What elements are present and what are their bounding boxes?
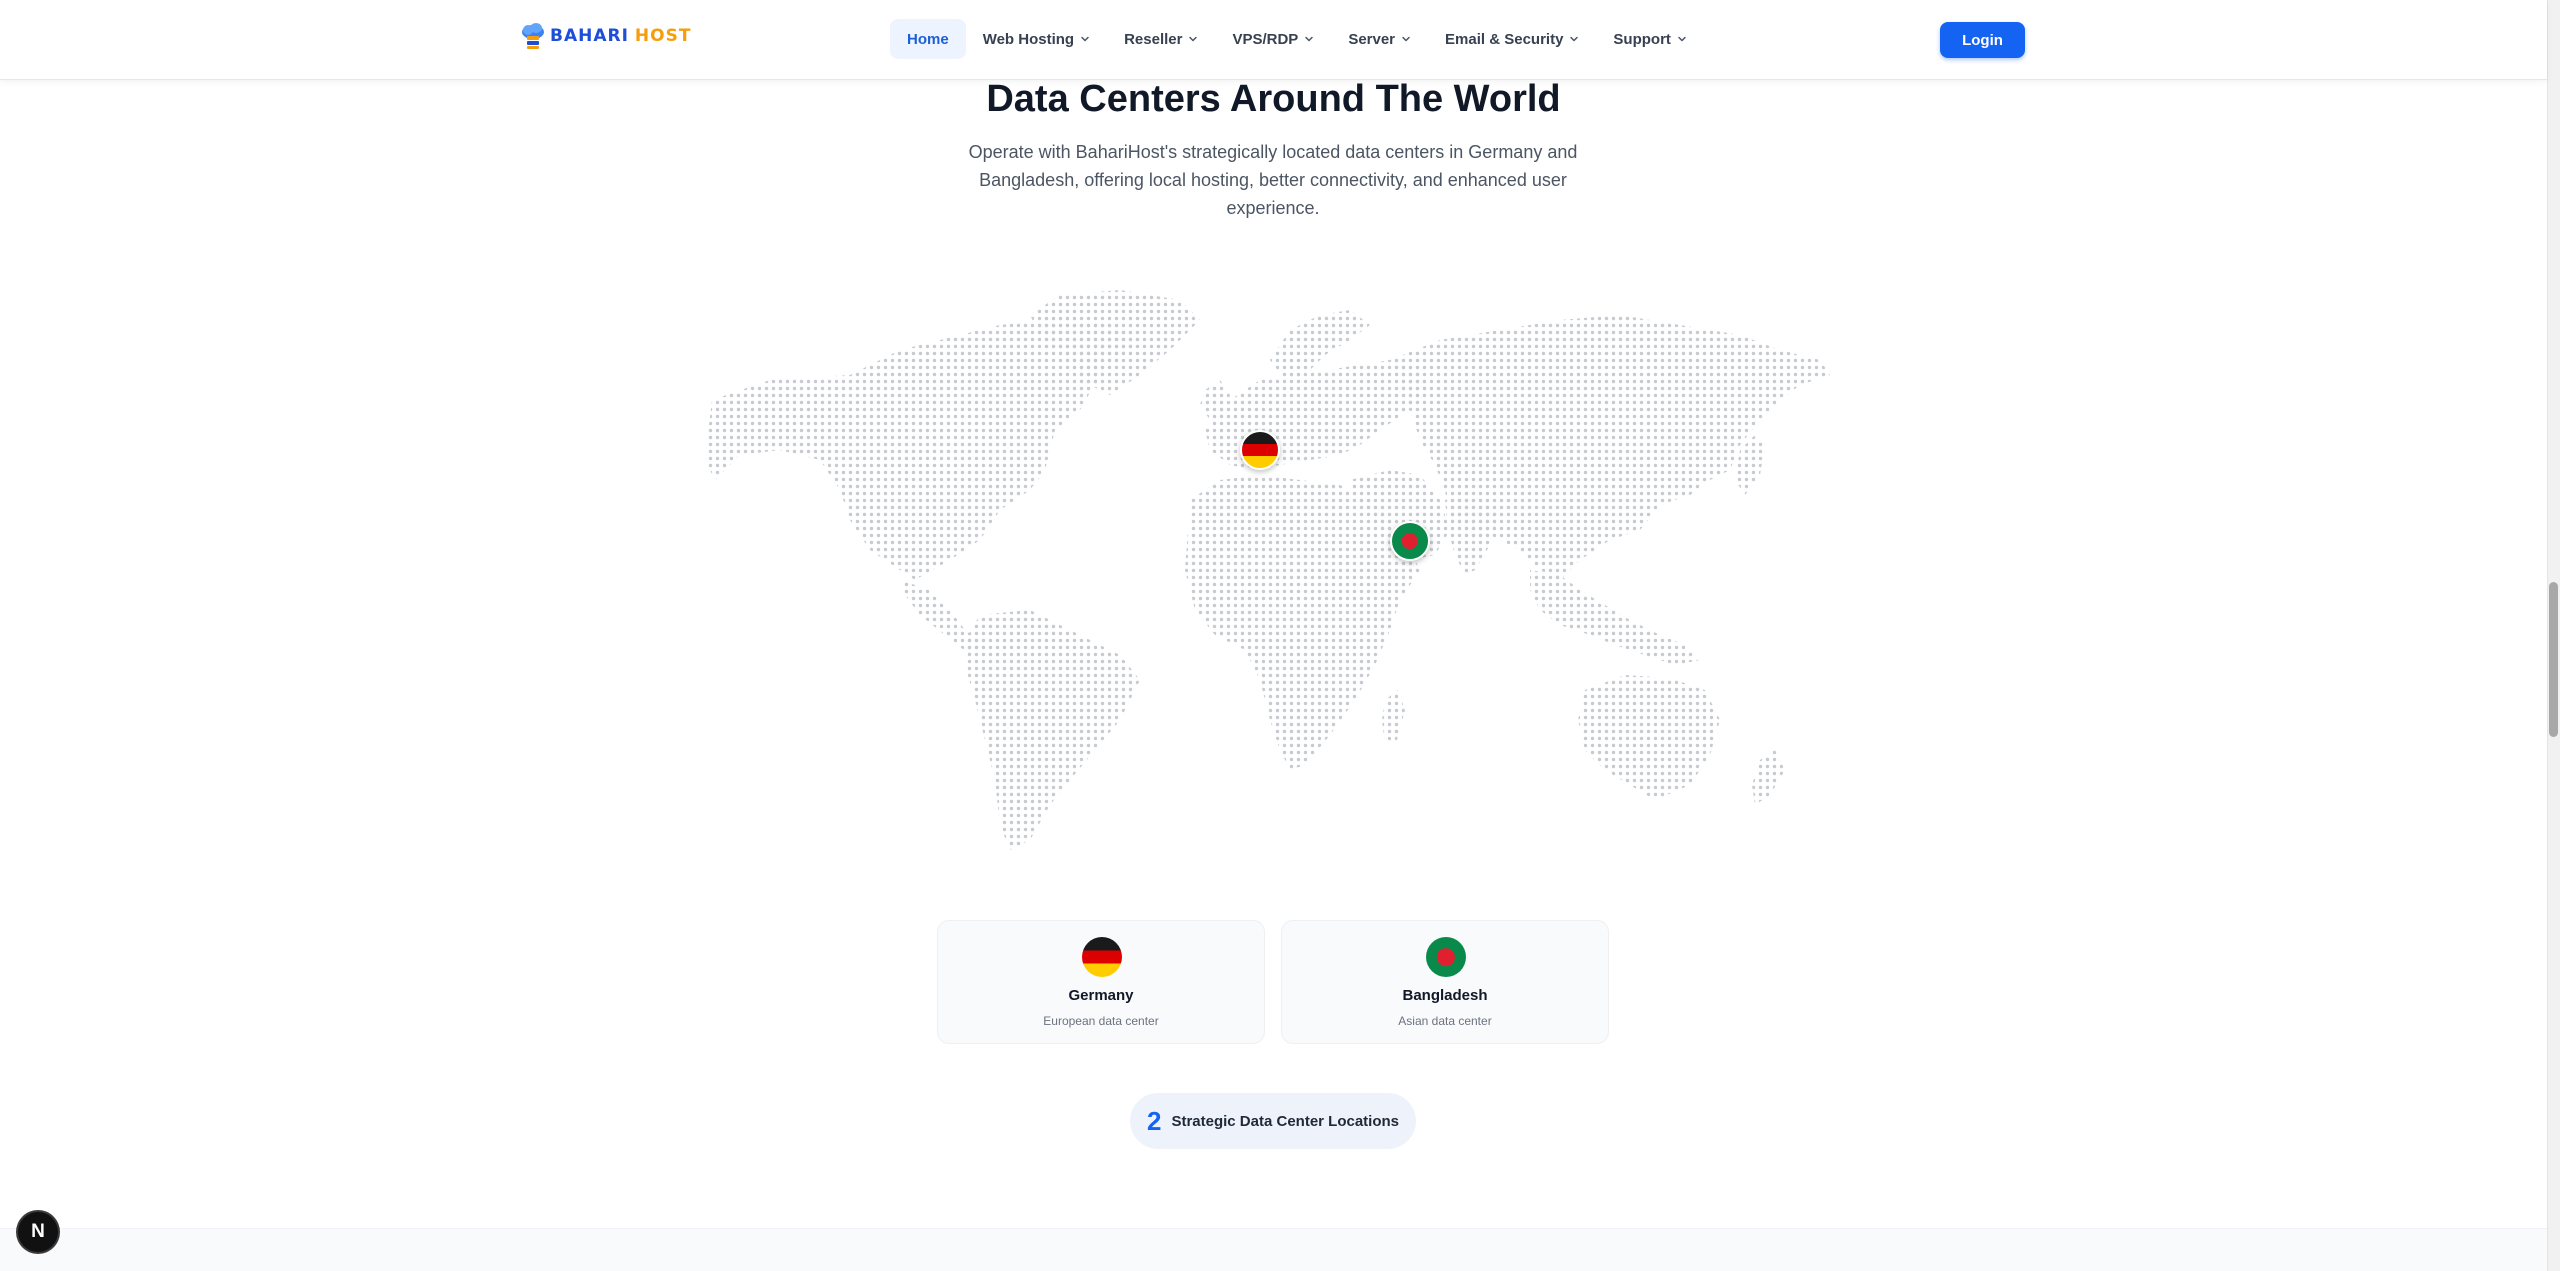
nav-item-server[interactable]: Server bbox=[1331, 19, 1428, 59]
chevron-down-icon bbox=[1678, 36, 1686, 42]
nav-item-label: Server bbox=[1348, 30, 1396, 48]
chevron-down-icon bbox=[1081, 36, 1089, 42]
nav-item-label: Email & Security bbox=[1445, 30, 1564, 48]
location-card-bangladesh[interactable]: Bangladesh Asian data center bbox=[1281, 920, 1609, 1044]
locations-count-label: Strategic Data Center Locations bbox=[1171, 1112, 1400, 1130]
nav-item-home[interactable]: Home bbox=[890, 19, 966, 59]
chevron-down-icon bbox=[1402, 36, 1410, 42]
nav-item-label: Home bbox=[907, 30, 949, 48]
locations-count-badge: 2 Strategic Data Center Locations bbox=[1130, 1093, 1416, 1149]
nav-item-support[interactable]: Support bbox=[1596, 19, 1704, 59]
chevron-down-icon bbox=[1305, 36, 1314, 42]
dotted-world-map bbox=[700, 280, 1840, 860]
bahari-host-logo[interactable]: BAHARI HOST bbox=[520, 22, 691, 50]
chevron-down-icon bbox=[1570, 36, 1579, 42]
nav-item-label: Reseller bbox=[1124, 30, 1183, 48]
locations-count: 2 bbox=[1146, 1105, 1162, 1136]
page-scrollbar-thumb[interactable] bbox=[2549, 582, 2558, 737]
nextjs-dev-badge[interactable]: N bbox=[18, 1212, 58, 1252]
nav-item-label: VPS/RDP bbox=[1232, 30, 1299, 48]
location-name: Germany bbox=[1068, 987, 1134, 1004]
cloud-server-icon bbox=[522, 23, 544, 49]
section-title: Data Centers Around The World bbox=[986, 78, 1561, 120]
nav-item-vps-rdp[interactable]: VPS/RDP bbox=[1215, 19, 1331, 59]
bangladesh-flag-icon bbox=[1426, 937, 1466, 977]
location-card-germany[interactable]: Germany European data center bbox=[937, 920, 1265, 1044]
world-map-icon bbox=[705, 290, 1830, 850]
location-description: European data center bbox=[1043, 1014, 1159, 1028]
logo-brand-primary: BAHARI bbox=[550, 26, 629, 46]
nav-item-label: Web Hosting bbox=[982, 30, 1075, 48]
nav-item-label: Support bbox=[1613, 30, 1671, 48]
section-subtitle: Operate with BahariHost's strategically … bbox=[968, 142, 1578, 218]
main-nav: Home Web Hosting Reseller VPS/RDP Server… bbox=[890, 19, 1704, 59]
chevron-down-icon bbox=[1189, 36, 1198, 42]
logo-wordmark: BAHARI HOST bbox=[550, 26, 691, 46]
login-button[interactable]: Login bbox=[1940, 22, 2025, 58]
germany-flag-icon[interactable] bbox=[1240, 430, 1280, 470]
top-navbar: BAHARI HOST Home Web Hosting Reseller VPS… bbox=[0, 0, 2547, 80]
bangladesh-flag-icon[interactable] bbox=[1390, 521, 1430, 561]
nav-item-email-security[interactable]: Email & Security bbox=[1428, 19, 1596, 59]
nav-item-web-hosting[interactable]: Web Hosting bbox=[966, 19, 1107, 59]
location-description: Asian data center bbox=[1398, 1014, 1492, 1028]
nav-item-reseller[interactable]: Reseller bbox=[1107, 19, 1215, 59]
logo-brand-secondary: HOST bbox=[634, 26, 692, 46]
next-section-band bbox=[0, 1228, 2547, 1271]
location-name: Bangladesh bbox=[1402, 987, 1488, 1004]
germany-flag-icon bbox=[1082, 937, 1122, 977]
